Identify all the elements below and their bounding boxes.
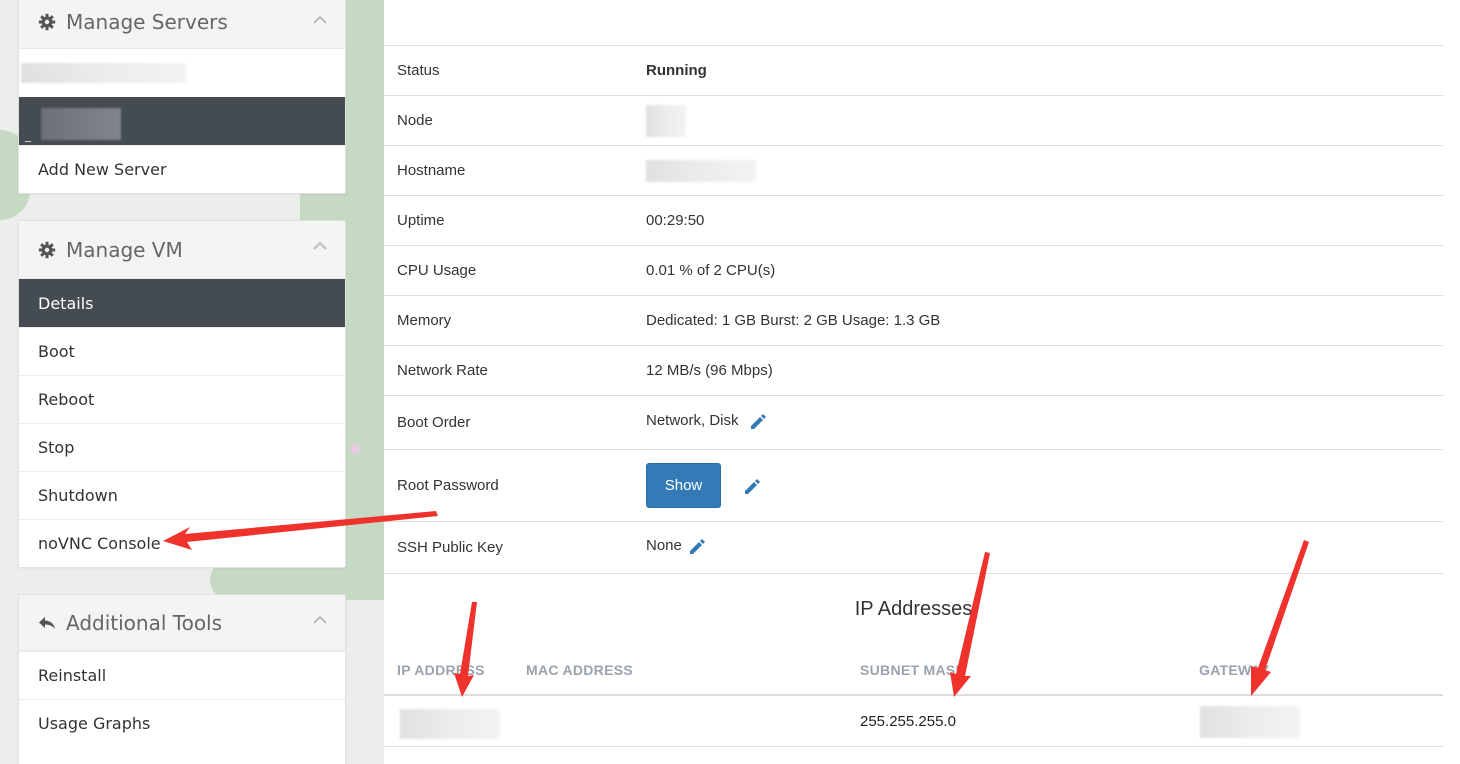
cpu-value: 0.01 % of 2 CPU(s) <box>646 262 776 279</box>
detail-row-ssh-key: SSH Public Key None <box>384 521 1443 574</box>
ip-addresses-title: IP Addresses <box>854 598 973 620</box>
detail-row-root-password: Root Password Show <box>384 449 1443 521</box>
reply-arrow-icon <box>38 614 56 632</box>
detail-label: Hostname <box>397 162 466 179</box>
manage-servers-title: Manage Servers <box>66 9 228 34</box>
manage-vm-title: Manage VM <box>66 237 183 262</box>
ssh-key-cell: None <box>646 537 708 557</box>
manage-vm-panel: Manage VM Details Boot Reboot Stop Shutd… <box>18 220 346 568</box>
tools-menu-usage-graphs[interactable]: Usage Graphs <box>19 699 345 747</box>
detail-row-uptime: Uptime 00:29:50 <box>384 195 1443 245</box>
vm-menu-details[interactable]: Details <box>19 279 345 327</box>
detail-label: Node <box>397 112 433 129</box>
additional-tools-title: Additional Tools <box>66 610 223 635</box>
detail-label: Network Rate <box>397 362 488 379</box>
detail-label: Boot Order <box>397 414 471 431</box>
redacted-server-name <box>41 108 121 140</box>
chevron-up-icon[interactable] <box>311 611 329 629</box>
detail-row-cpu: CPU Usage 0.01 % of 2 CPU(s) <box>384 245 1443 295</box>
detail-row-memory: Memory Dedicated: 1 GB Burst: 2 GB Usage… <box>384 295 1443 345</box>
edit-pencil-icon[interactable] <box>741 475 763 497</box>
chevron-up-icon[interactable] <box>311 11 329 29</box>
additional-tools-panel: Additional Tools Reinstall Usage Graphs <box>18 594 346 764</box>
vm-details-panel: Status Running Node Hostname Uptime 00:2… <box>384 0 1443 764</box>
boot-order-cell: Network, Disk <box>646 412 769 432</box>
column-header-mac: MAC ADDRESS <box>526 662 634 678</box>
detail-row-node: Node <box>384 95 1443 145</box>
server-list-item-selected[interactable]: _ <box>19 97 345 145</box>
ssh-key-value: None <box>646 537 682 554</box>
server-list-item[interactable] <box>19 49 345 97</box>
edit-pencil-icon[interactable] <box>747 410 769 432</box>
boot-order-value: Network, Disk <box>646 412 739 429</box>
ip-table-header: IP ADDRESS MAC ADDRESS SUBNET MASK GATEW… <box>384 660 1443 696</box>
add-new-server-link[interactable]: Add New Server <box>19 145 345 193</box>
vm-menu-reboot[interactable]: Reboot <box>19 375 345 423</box>
status-value: Running <box>646 62 707 79</box>
detail-label: Uptime <box>397 212 445 229</box>
uptime-value: 00:29:50 <box>646 212 705 229</box>
node-value <box>646 104 686 137</box>
detail-row-status: Status Running <box>384 45 1443 95</box>
root-password-cell: Show <box>646 463 763 508</box>
gear-icon <box>38 13 56 31</box>
table-row: 255.255.255.0 <box>384 697 1443 747</box>
manage-vm-header[interactable]: Manage VM <box>19 221 345 279</box>
detail-label: Status <box>397 62 440 79</box>
redacted-gateway <box>1200 706 1300 738</box>
additional-tools-header[interactable]: Additional Tools <box>19 595 345 651</box>
tools-menu-reinstall[interactable]: Reinstall <box>19 651 345 699</box>
detail-label: SSH Public Key <box>397 539 503 556</box>
column-header-gateway: GATEWAY <box>1199 662 1270 678</box>
chevron-up-icon[interactable] <box>311 237 329 255</box>
vm-menu-stop[interactable]: Stop <box>19 423 345 471</box>
detail-label: Memory <box>397 312 452 329</box>
subnet-value: 255.255.255.0 <box>860 713 956 730</box>
manage-servers-panel: Manage Servers _ Add New Server <box>18 0 346 194</box>
gear-icon <box>38 241 56 259</box>
detail-row-network: Network Rate 12 MB/s (96 Mbps) <box>384 345 1443 395</box>
detail-row-hostname: Hostname <box>384 145 1443 195</box>
redacted-hostname <box>646 159 756 182</box>
column-header-ip: IP ADDRESS <box>397 662 485 678</box>
detail-label: Root Password <box>397 477 499 494</box>
edit-pencil-icon[interactable] <box>686 535 708 557</box>
network-rate-value: 12 MB/s (96 Mbps) <box>646 362 773 379</box>
redacted-ip <box>400 709 500 739</box>
column-header-subnet: SUBNET MASK <box>860 662 966 678</box>
vm-menu-boot[interactable]: Boot <box>19 327 345 375</box>
hostname-value <box>646 159 756 182</box>
detail-row-boot-order: Boot Order Network, Disk <box>384 395 1443 449</box>
redacted-node <box>646 104 686 137</box>
manage-servers-header[interactable]: Manage Servers <box>19 0 345 49</box>
vm-menu-shutdown[interactable]: Shutdown <box>19 471 345 519</box>
memory-value: Dedicated: 1 GB Burst: 2 GB Usage: 1.3 G… <box>646 312 941 329</box>
detail-label: CPU Usage <box>397 262 477 279</box>
show-password-button[interactable]: Show <box>646 463 721 508</box>
redacted-server-name <box>21 63 186 83</box>
vm-menu-novnc-console[interactable]: noVNC Console <box>19 519 345 567</box>
